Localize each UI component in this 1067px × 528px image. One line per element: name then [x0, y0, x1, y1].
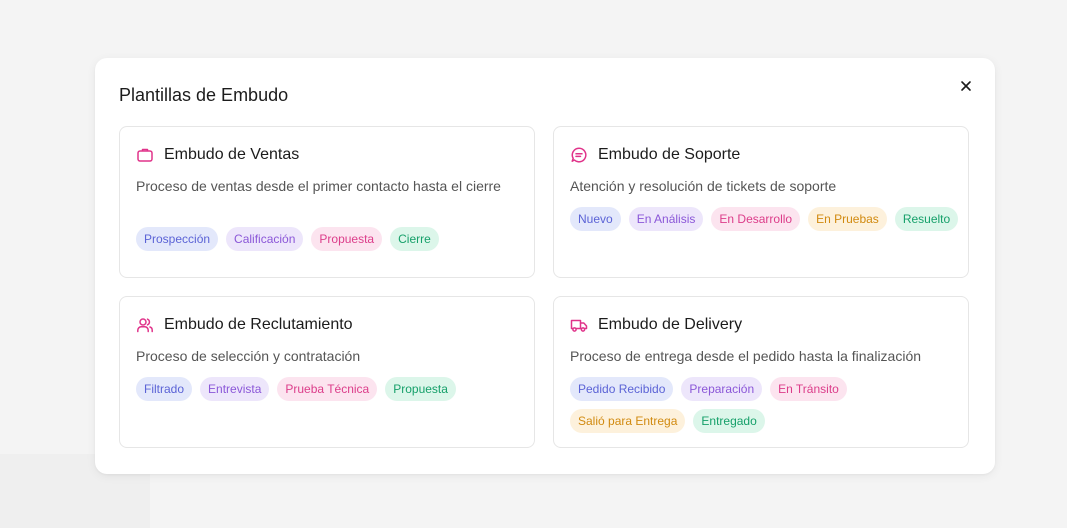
card-header: Embudo de Ventas: [136, 146, 299, 164]
message-circle-icon: [570, 146, 588, 164]
stage-tags: Nuevo En Análisis En Desarrollo En Prueb…: [570, 207, 960, 231]
close-icon: [961, 81, 971, 91]
card-description: Proceso de entrega desde el pedido hasta…: [570, 348, 922, 364]
stage-tag: Nuevo: [570, 207, 621, 231]
stage-tags: Filtrado Entrevista Prueba Técnica Propu…: [136, 377, 526, 401]
stage-tag: Prueba Técnica: [277, 377, 378, 401]
card-title: Embudo de Soporte: [598, 146, 741, 163]
stage-tag: Propuesta: [385, 377, 456, 401]
stage-tag: Filtrado: [136, 377, 193, 401]
card-title: Embudo de Ventas: [164, 146, 300, 163]
template-card-ventas[interactable]: Embudo de Ventas Proceso de ventas desde…: [119, 126, 535, 278]
template-card-soporte[interactable]: Embudo de Soporte Atención y resolución …: [553, 126, 969, 278]
stage-tag: En Desarrollo: [711, 207, 801, 231]
card-title: Embudo de Delivery: [598, 316, 743, 333]
truck-icon: [570, 316, 588, 334]
stage-tags: Prospección Calificación Propuesta Cierr…: [136, 227, 526, 251]
stage-tag: Pedido Recibido: [570, 377, 674, 401]
stage-tag: Calificación: [226, 227, 304, 251]
users-icon: [136, 316, 154, 334]
card-description: Atención y resolución de tickets de sopo…: [570, 178, 837, 194]
stage-tag: Prospección: [136, 227, 219, 251]
card-description: Proceso de ventas desde el primer contac…: [136, 178, 501, 194]
stage-tag: En Tránsito: [770, 377, 847, 401]
stage-tag: Entregado: [693, 409, 765, 433]
close-button[interactable]: [957, 77, 975, 95]
card-header: Embudo de Reclutamiento: [136, 316, 353, 334]
stage-tag: En Análisis: [628, 207, 704, 231]
stage-tag: Preparación: [681, 377, 763, 401]
template-card-delivery[interactable]: Embudo de Delivery Proceso de entrega de…: [553, 296, 969, 448]
stage-tag: Resuelto: [894, 207, 959, 231]
card-header: Embudo de Delivery: [570, 316, 742, 334]
modal-title: Plantillas de Embudo: [119, 85, 289, 105]
stage-tag: Salió para Entrega: [570, 409, 686, 433]
funnel-templates-modal: Plantillas de Embudo Embudo de Ventas Pr…: [95, 58, 995, 474]
briefcase-icon: [136, 146, 154, 164]
stage-tag: Cierre: [390, 227, 439, 251]
stage-tags: Pedido Recibido Preparación En Tránsito …: [570, 377, 960, 433]
card-description: Proceso de selección y contratación: [136, 348, 361, 364]
card-header: Embudo de Soporte: [570, 146, 740, 164]
stage-tag: En Pruebas: [808, 207, 887, 231]
template-card-reclutamiento[interactable]: Embudo de Reclutamiento Proceso de selec…: [119, 296, 535, 448]
stage-tag: Propuesta: [311, 227, 383, 251]
card-title: Embudo de Reclutamiento: [164, 316, 353, 333]
stage-tag: Entrevista: [200, 377, 270, 401]
